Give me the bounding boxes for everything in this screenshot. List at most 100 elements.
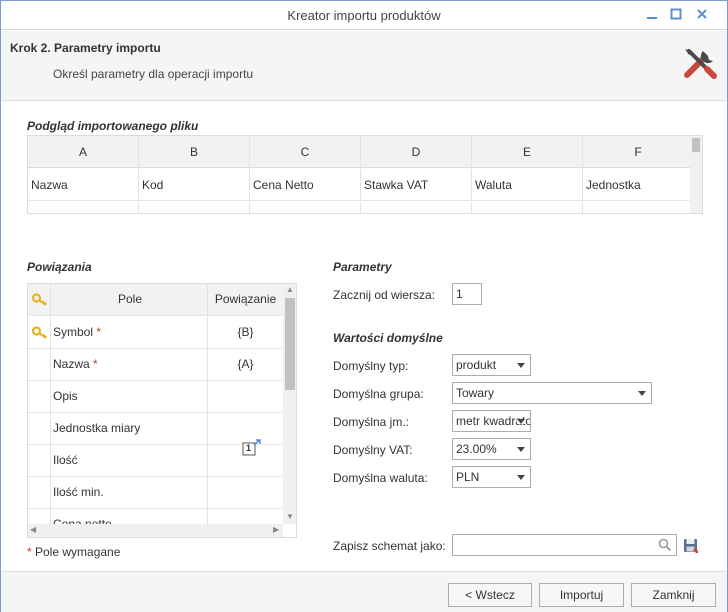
scroll-right-icon[interactable]: ▶ (273, 525, 279, 534)
default-type-label: Domyślny typ: (333, 359, 409, 373)
scroll-down-icon[interactable]: ▼ (286, 512, 294, 521)
associations-scroll-thumb[interactable] (285, 298, 295, 390)
preview-cell: 35 (250, 202, 361, 213)
table-row[interactable]: Opis (28, 381, 283, 413)
key-cell (28, 477, 51, 509)
default-group-label: Domyślna grupa: (333, 387, 424, 401)
default-group-select[interactable]: Towary (452, 382, 652, 404)
save-schema-label: Zapisz schemat jako: (333, 539, 446, 553)
default-currency-select[interactable]: PLN (452, 466, 531, 488)
powiazanie-cell[interactable] (208, 381, 283, 413)
search-icon[interactable] (658, 538, 672, 552)
default-vat-label: Domyślny VAT: (333, 443, 413, 457)
close-icon[interactable] (691, 5, 713, 25)
preview-scrollbar[interactable] (690, 136, 702, 213)
start-row-input[interactable]: 1 (452, 283, 482, 305)
tools-icon (681, 45, 719, 83)
link-column-icon[interactable]: 1 (242, 439, 262, 457)
import-button[interactable]: Importuj (539, 583, 624, 607)
preview-cell: Jednostka (583, 169, 694, 201)
preview-col-header: D (361, 136, 472, 168)
default-currency-label: Domyślna waluta: (333, 471, 428, 485)
key-icon (32, 293, 48, 306)
preview-col-header: A (28, 136, 139, 168)
default-vat-value: 23.00% (456, 442, 497, 456)
pole-label: Nazwa (53, 357, 90, 371)
associations-hscrollbar[interactable]: ◀ ▶ (28, 524, 283, 537)
save-icon[interactable] (683, 538, 699, 554)
pole-label: Symbol (53, 325, 94, 339)
key-cell (28, 317, 51, 349)
scroll-left-icon[interactable]: ◀ (30, 525, 36, 534)
associations-vscrollbar[interactable]: ▲ ▼ (283, 284, 296, 524)
pole-cell: Nazwa * (51, 349, 208, 381)
required-note: * Pole wymagane (27, 545, 120, 559)
preview-cell: PLN (472, 202, 583, 213)
required-marker: * (96, 325, 102, 339)
preview-row: Filtr do odkurzacza 76/04/2015 35 23 PLN… (28, 202, 694, 213)
preview-cell: 76/04/2015 (139, 202, 250, 213)
preview-cell: Stawka VAT (361, 169, 472, 201)
default-unit-select[interactable]: metr kwadratowy (452, 410, 531, 432)
link-badge: 1 (246, 443, 252, 453)
back-button[interactable]: < Wstecz (448, 583, 532, 607)
preview-title: Podgląd importowanego pliku (27, 119, 199, 133)
chevron-down-icon (517, 363, 525, 368)
default-unit-label: Domyślna jm.: (333, 415, 410, 429)
default-type-select[interactable]: produkt (452, 354, 531, 376)
key-column-header (28, 284, 51, 316)
save-schema-input[interactable] (452, 534, 677, 556)
preview-grid[interactable]: A B C D E F Nazwa Kod Cena Netto Stawka … (27, 135, 703, 214)
powiazanie-cell[interactable]: {B} (208, 317, 283, 349)
required-marker: * (93, 357, 98, 371)
powiazanie-column-header[interactable]: Powiązanie (208, 284, 283, 316)
default-type-value: produkt (456, 358, 497, 372)
title-bar: Kreator importu produktów (1, 1, 727, 30)
pole-column-header[interactable]: Pole (51, 284, 208, 316)
wizard-footer: < Wstecz Importuj Zamknij (1, 571, 727, 612)
preview-scroll-thumb[interactable] (692, 138, 700, 152)
chevron-down-icon (517, 447, 525, 452)
powiazanie-cell[interactable]: {A} (208, 349, 283, 381)
key-icon (32, 326, 48, 339)
key-cell (28, 445, 51, 477)
scroll-up-icon[interactable]: ▲ (286, 285, 294, 294)
pole-cell: Jednostka miary (51, 413, 208, 445)
preview-cell: 23 (361, 202, 472, 213)
minimize-icon[interactable] (641, 5, 663, 25)
table-row[interactable]: Symbol * {B} (28, 317, 283, 349)
preview-cell: Filtr do odkurzacza (28, 202, 139, 213)
powiazanie-cell[interactable] (208, 477, 283, 509)
chevron-down-icon (517, 475, 525, 480)
required-note-text: Pole wymagane (31, 545, 121, 559)
preview-cell: sztuka (583, 202, 694, 213)
close-button[interactable]: Zamknij (631, 583, 716, 607)
step-title: Krok 2. Parametry importu (10, 41, 161, 55)
preview-cell: Waluta (472, 169, 583, 201)
preview-col-header: B (139, 136, 250, 168)
associations-header-row: Pole Powiązanie (28, 284, 283, 316)
table-row[interactable]: Ilość min. (28, 477, 283, 509)
associations-table: Pole Powiązanie Symbol * {B} Nazwa * {A}… (27, 283, 297, 538)
pole-cell: Opis (51, 381, 208, 413)
wizard-header: Krok 2. Parametry importu Określ paramet… (1, 31, 727, 101)
preview-row: Nazwa Kod Cena Netto Stawka VAT Waluta J… (28, 169, 694, 201)
window-title: Kreator importu produktów (287, 8, 441, 23)
maximize-icon[interactable] (665, 5, 687, 25)
parameters-title: Parametry (333, 260, 392, 274)
default-group-value: Towary (456, 386, 495, 400)
key-cell (28, 413, 51, 445)
preview-header-row: A B C D E F (28, 136, 694, 168)
preview-cell: Nazwa (28, 169, 139, 201)
defaults-title: Wartości domyślne (333, 331, 443, 345)
key-cell (28, 349, 51, 381)
table-row[interactable]: Nazwa * {A} (28, 349, 283, 381)
preview-cell: Cena Netto (250, 169, 361, 201)
pole-cell: Symbol * (51, 317, 208, 349)
chevron-down-icon (638, 391, 646, 396)
preview-col-header: F (583, 136, 694, 168)
step-subtitle: Określ parametry dla operacji importu (53, 67, 254, 81)
start-row-label: Zacznij od wiersza: (333, 288, 436, 302)
default-vat-select[interactable]: 23.00% (452, 438, 531, 460)
key-cell (28, 381, 51, 413)
